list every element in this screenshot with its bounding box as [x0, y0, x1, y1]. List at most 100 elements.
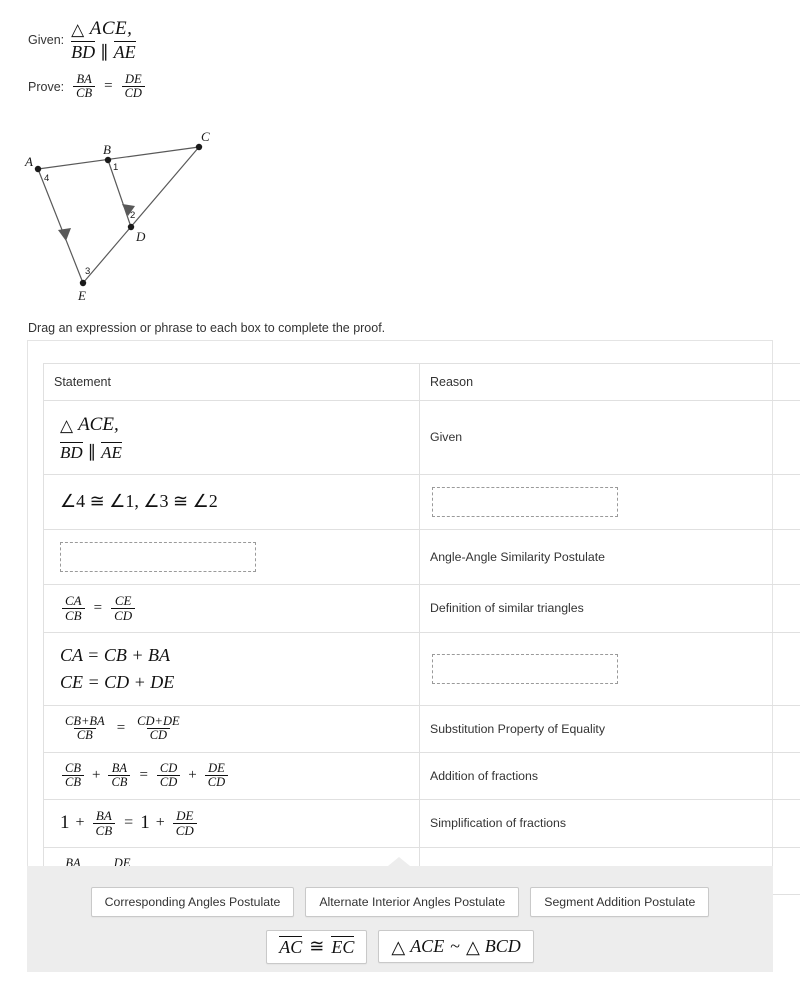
angle-label-3: 3 [85, 266, 90, 277]
draggable-tile-triangle-similarity[interactable]: △ ACE ~ △ BCD [378, 930, 534, 964]
reason-text: Addition of fractions [430, 768, 539, 783]
label-e: E [77, 288, 86, 303]
equals-sign: = [93, 599, 103, 616]
equals-sign: = [139, 767, 148, 784]
equals-sign: = [124, 814, 134, 832]
statement-triangle-name: ACE, [78, 414, 119, 435]
statement-segment-bd: BD [60, 442, 83, 462]
arrow-mark-ae [58, 228, 71, 241]
table-row: ∠4 ≅ ∠1, ∠3 ≅ ∠2 [43, 473, 800, 530]
similar-icon: ~ [450, 936, 460, 957]
segment-ac [37, 146, 200, 170]
dropbox-reason-2[interactable] [432, 653, 618, 684]
reason-text: Substitution Property of Equality [430, 721, 605, 736]
fraction-denominator: CB [62, 775, 84, 790]
prove-row: Prove: BA CB = DE CD [28, 71, 268, 101]
label-c: C [201, 129, 210, 144]
reason-cell: Simplification of fractions [419, 798, 800, 848]
fraction-denominator: CB [92, 822, 116, 838]
prove-right-numerator: DE [124, 71, 142, 86]
fraction-numerator: CD+DE [137, 713, 180, 728]
angle-label-1: 1 [113, 162, 118, 173]
vertex-a [34, 165, 42, 173]
statement-cell: CA = CB + BA CE = CD + DE [43, 631, 420, 706]
statement-angle-congruences: ∠4 ≅ ∠1, ∠3 ≅ ∠2 [60, 491, 218, 512]
dropbox-statement-1[interactable] [60, 541, 256, 572]
proof-table: Statement Reason △ ACE, BD ∥ AE Given ∠4… [43, 363, 800, 895]
fraction-numerator: CD [159, 760, 178, 775]
statement-ratio-ca-cb: CA CB = CE CD [54, 592, 409, 623]
answer-bank-row-1: Corresponding Angles Postulate Alternate… [27, 887, 773, 917]
reason-text: Definition of similar triangles [430, 601, 584, 616]
fraction-denominator: CD [146, 728, 171, 743]
fraction-numerator: BA [95, 807, 112, 823]
table-row: 1 + BA CB = 1 + DE CD Simplification of … [43, 798, 800, 848]
instruction-text: Drag an expression or phrase to each box… [28, 321, 386, 335]
statement-cell: CA CB = CE CD [43, 583, 420, 633]
statement-cell: CB CB + BA CB = CD CD + DE CD [43, 751, 420, 800]
statement-cell [43, 528, 420, 585]
given-row: Given: △ ACE, BD ∥ AE [28, 18, 268, 63]
congruent-icon: ≅ [309, 936, 325, 957]
fraction-denominator: CD [111, 607, 136, 623]
diagram-vertices [34, 143, 203, 287]
reason-cell: Given [419, 400, 800, 475]
answer-bank-row-2: AC ≅ EC △ ACE ~ △ BCD [27, 930, 773, 964]
equals-sign: = [116, 720, 126, 737]
triangle-ace-label: ACE [410, 936, 445, 957]
statement-cell: ∠4 ≅ ∠1, ∠3 ≅ ∠2 [43, 473, 420, 530]
fraction-numerator: DE [176, 807, 194, 823]
fraction-denominator: CB [62, 607, 85, 623]
given-segment-bd: BD [71, 41, 96, 62]
parallel-icon: ∥ [100, 41, 109, 61]
fraction-denominator: CD [204, 775, 229, 790]
header-statement: Statement [43, 363, 420, 401]
draggable-tile-alternate-interior-angles[interactable]: Alternate Interior Angles Postulate [305, 887, 520, 917]
label-a: A [24, 154, 33, 169]
prove-right-denominator: CD [121, 86, 145, 101]
prove-expression: BA CB = DE CD [71, 71, 147, 101]
table-row: CA = CB + BA CE = CD + DE [43, 631, 800, 706]
given-segment-ae: AE [113, 41, 136, 62]
proof-panel: Statement Reason △ ACE, BD ∥ AE Given ∠4… [27, 340, 800, 912]
label-d: D [135, 229, 146, 244]
fraction-numerator: DE [208, 760, 225, 775]
statement-segment-sums: CA = CB + BA CE = CD + DE [54, 642, 409, 696]
segment-ec-label: EC [331, 936, 355, 957]
statement-given: △ ACE, BD ∥ AE [54, 410, 409, 465]
statement-cell: 1 + BA CB = 1 + DE CD [43, 798, 420, 848]
table-row: △ ACE, BD ∥ AE Given [43, 400, 800, 475]
reason-cell [419, 473, 800, 530]
plus-sign: + [155, 814, 165, 832]
statement-line-2: CE = CD + DE [60, 671, 175, 692]
vertex-c [195, 143, 203, 151]
statement-line-1: CA = CB + BA [60, 644, 170, 665]
prove-label: Prove: [28, 79, 65, 94]
segment-bd [107, 159, 132, 228]
fraction-numerator: CE [114, 592, 132, 608]
angle-label-2: 2 [130, 210, 135, 221]
statement-cell: △ ACE, BD ∥ AE [43, 400, 420, 475]
segment-ec [82, 146, 200, 284]
triangle-icon: △ [71, 19, 85, 39]
label-b: B [103, 142, 111, 157]
given-prove-block: Given: △ ACE, BD ∥ AE Prove: BA CB = DE … [28, 18, 268, 111]
reason-cell: Addition of fractions [419, 751, 800, 800]
fraction-denominator: CB [73, 728, 96, 743]
diagram-svg: A B C D E 4 1 2 3 [24, 129, 210, 303]
segment-ac-label: AC [279, 936, 303, 957]
triangle-icon: △ [60, 415, 74, 435]
statement-simplified: 1 + BA CB = 1 + DE CD [54, 807, 409, 838]
vertex-b [104, 156, 112, 164]
draggable-tile-segment-addition[interactable]: Segment Addition Postulate [530, 887, 710, 917]
dropbox-reason-1[interactable] [432, 486, 618, 517]
statement-cell: CB+BA CB = CD+DE CD [43, 704, 420, 753]
vertex-d [127, 223, 135, 231]
draggable-tile-corresponding-angles[interactable]: Corresponding Angles Postulate [90, 887, 295, 917]
triangle-icon: △ [465, 936, 480, 957]
triangle-bcd-label: BCD [484, 936, 521, 957]
draggable-tile-ac-congruent-ec[interactable]: AC ≅ EC [266, 930, 368, 964]
given-triangle-name: ACE, [89, 18, 133, 39]
reason-text: Simplification of fractions [430, 816, 567, 831]
reason-cell [419, 631, 800, 706]
